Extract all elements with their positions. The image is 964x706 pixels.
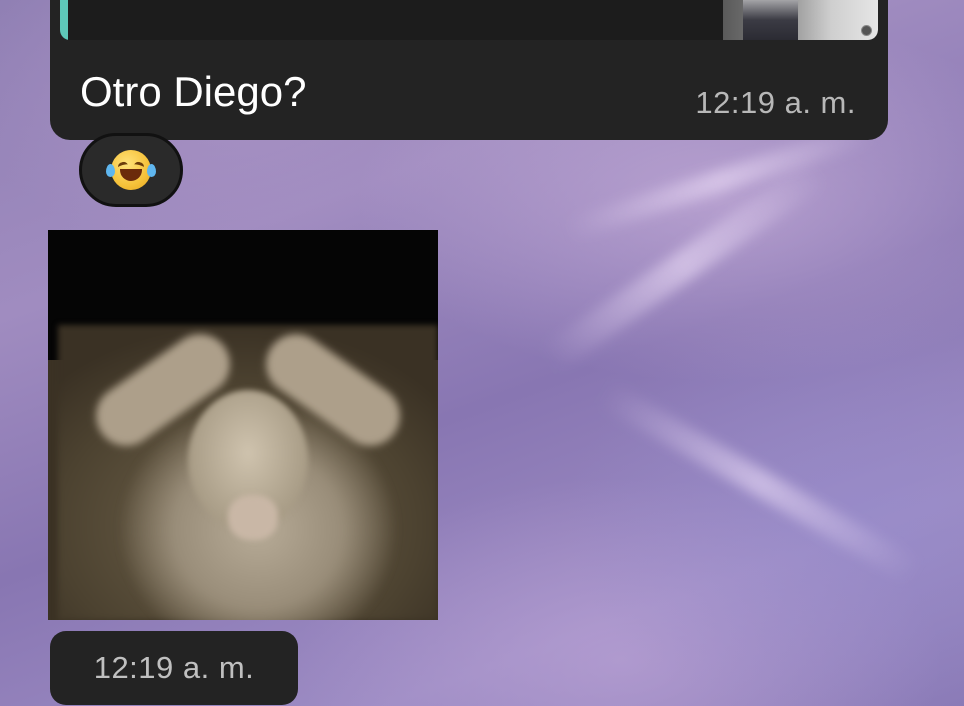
quoted-message[interactable] <box>60 0 878 40</box>
background-streak <box>541 158 829 372</box>
thumbnail-badge-icon <box>861 25 872 36</box>
media-timestamp: 12:19 a. m. <box>50 631 298 705</box>
quote-accent-bar <box>60 0 68 40</box>
thumbnail-person <box>743 0 798 40</box>
gif-monkey-mouth <box>228 495 278 540</box>
message-timestamp: 12:19 a. m. <box>695 85 856 120</box>
laughing-crying-emoji-icon <box>106 150 156 190</box>
message-bubble[interactable]: Otro Diego? 12:19 a. m. <box>50 0 888 140</box>
reaction-badge[interactable] <box>79 133 183 207</box>
message-text: Otro Diego? <box>80 68 307 115</box>
quoted-media-thumbnail[interactable] <box>723 0 878 40</box>
background-streak <box>597 381 923 585</box>
gif-media[interactable] <box>48 230 438 620</box>
